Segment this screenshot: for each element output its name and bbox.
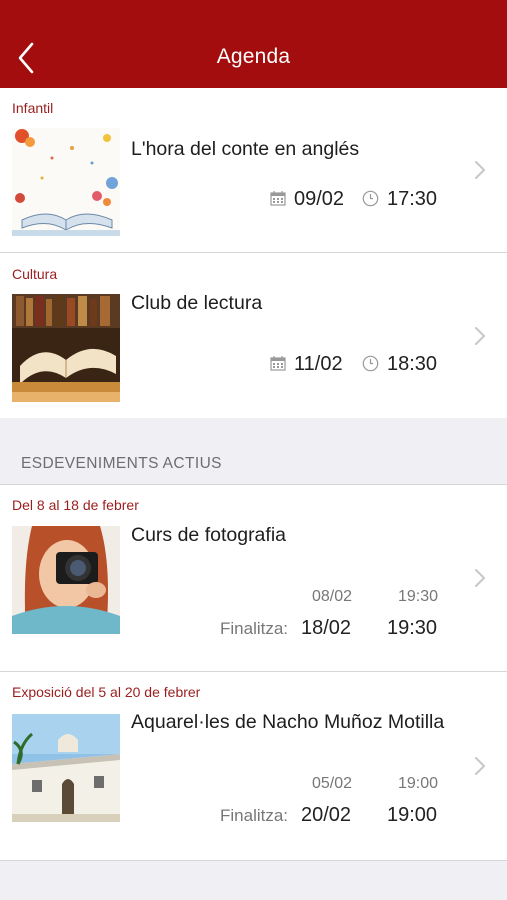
event-thumbnail bbox=[12, 714, 120, 822]
calendar-icon bbox=[270, 356, 286, 371]
event-title: Aquarel·les de Nacho Muñoz Motilla bbox=[131, 711, 445, 733]
event-title: Club de lectura bbox=[131, 292, 263, 314]
end-label: Finalitza: bbox=[220, 619, 289, 638]
event-category: Infantil bbox=[12, 100, 54, 116]
event-date: 09/02 bbox=[294, 188, 345, 210]
event-start-time: 19:30 bbox=[398, 588, 439, 605]
event-date-range: Del 8 al 18 de febrer bbox=[12, 497, 139, 513]
event-date-range: Exposició del 5 al 20 de febrer bbox=[12, 684, 201, 700]
navigation-bar: Agenda bbox=[0, 0, 507, 88]
chevron-right-icon bbox=[475, 161, 485, 179]
event-thumbnail bbox=[12, 128, 120, 236]
event-end-time: 19:00 bbox=[387, 804, 438, 826]
event-thumbnail bbox=[12, 294, 120, 402]
section-header: ESDEVENIMENTS ACTIUS bbox=[0, 418, 507, 484]
section-title: ESDEVENIMENTS ACTIUS bbox=[21, 455, 222, 472]
clock-icon bbox=[362, 355, 379, 372]
chevron-right-icon bbox=[475, 569, 485, 587]
event-time: 18:30 bbox=[387, 353, 438, 375]
event-category: Cultura bbox=[12, 266, 58, 282]
event-thumbnail bbox=[12, 526, 120, 634]
event-row-hora-del-conte[interactable]: Infantil L'hora del conte en anglés 09/0… bbox=[0, 88, 507, 253]
page-title: Agenda bbox=[216, 45, 291, 68]
event-start-date: 08/02 bbox=[312, 588, 353, 605]
event-start-date: 05/02 bbox=[312, 775, 353, 792]
event-row-curs-fotografia[interactable]: Del 8 al 18 de febrer Curs de fotografia… bbox=[0, 484, 507, 672]
event-start-time: 19:00 bbox=[398, 775, 439, 792]
event-title: Curs de fotografia bbox=[131, 524, 287, 546]
event-row-aquareles[interactable]: Exposició del 5 al 20 de febrer Aquarel·… bbox=[0, 672, 507, 861]
event-time: 17:30 bbox=[387, 188, 438, 210]
chevron-right-icon bbox=[475, 757, 485, 775]
end-label: Finalitza: bbox=[220, 806, 289, 825]
calendar-icon bbox=[270, 191, 286, 206]
event-date: 11/02 bbox=[294, 353, 343, 375]
event-end-date: 20/02 bbox=[301, 804, 352, 826]
event-title: L'hora del conte en anglés bbox=[131, 138, 360, 160]
event-row-club-de-lectura[interactable]: Cultura Club de lectura 11/02 18:30 bbox=[0, 253, 507, 419]
event-end-date: 18/02 bbox=[301, 617, 352, 639]
event-end-time: 19:30 bbox=[387, 617, 438, 639]
chevron-right-icon bbox=[475, 327, 485, 345]
clock-icon bbox=[362, 190, 379, 207]
